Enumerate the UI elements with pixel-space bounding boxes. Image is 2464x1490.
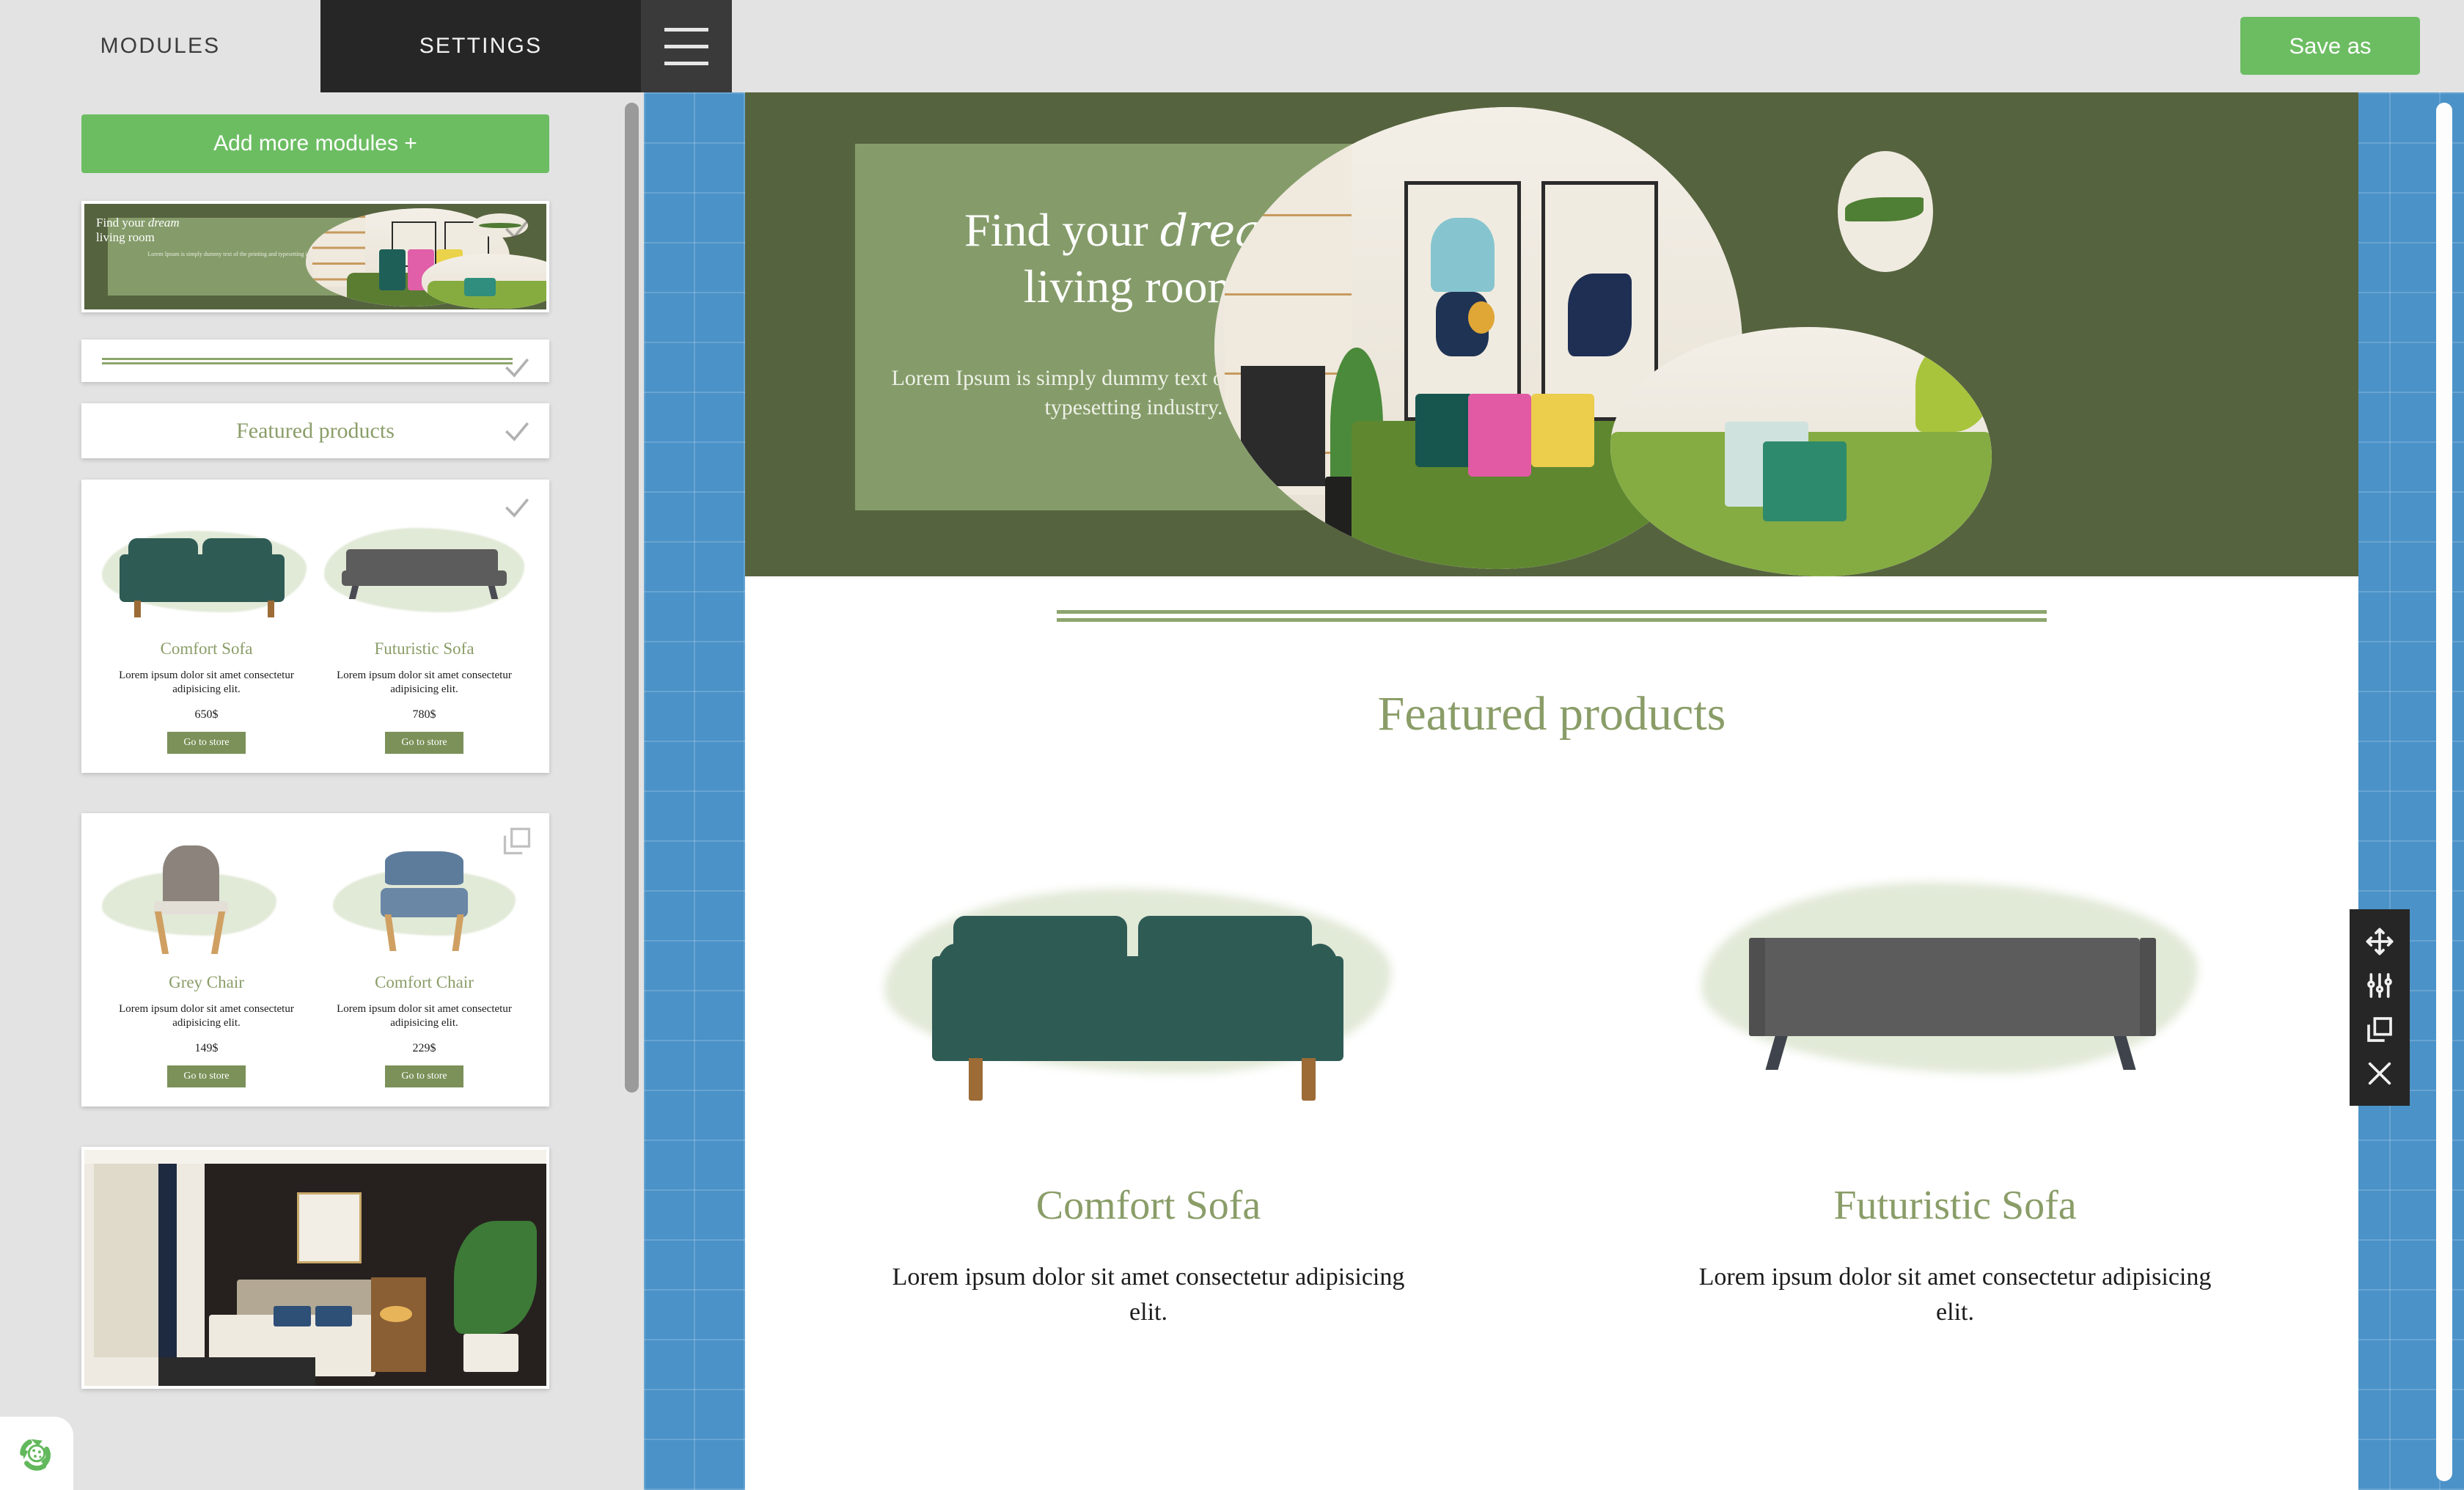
product-price: 149$ xyxy=(194,1042,219,1054)
tab-settings[interactable]: SETTINGS xyxy=(320,0,641,92)
sidebar-module-featured-title[interactable]: Featured products xyxy=(81,403,549,458)
product-name: Futuristic Sofa xyxy=(374,639,474,658)
divider-line xyxy=(1057,618,2047,622)
hero-thumbnail-image: Find your dream living room Lorem Ipsum … xyxy=(84,204,546,309)
product-name: Grey Chair xyxy=(169,973,244,991)
go-to-store-button[interactable]: Go to store xyxy=(385,1065,463,1087)
hamburger-menu-icon[interactable] xyxy=(641,0,732,92)
featured-products-grid: Comfort Sofa Lorem ipsum dolor sit amet … xyxy=(745,833,2358,1330)
sidebar-scrollbar-thumb[interactable] xyxy=(625,103,639,1093)
move-icon[interactable] xyxy=(2361,922,2399,961)
go-to-store-button[interactable]: Go to store xyxy=(167,1065,246,1087)
hamburger-bar xyxy=(664,44,708,48)
product-name: Comfort Sofa xyxy=(160,639,253,658)
hero-image-blob-secondary xyxy=(1610,327,1992,576)
sidebar-module-divider[interactable] xyxy=(81,340,549,382)
product-card[interactable]: Comfort Sofa Lorem ipsum dolor sit amet … xyxy=(745,833,1552,1330)
section-divider[interactable] xyxy=(1057,606,2047,626)
sidebar-product-card[interactable]: Grey Chair Lorem ipsum dolor sit amet co… xyxy=(98,835,315,1093)
product-price: 229$ xyxy=(412,1042,436,1054)
check-icon[interactable] xyxy=(501,213,533,245)
add-more-modules-button[interactable]: Add more modules + xyxy=(81,114,549,173)
product-price: 780$ xyxy=(412,708,436,721)
sidebar-product-card[interactable]: Futuristic Sofa Lorem ipsum dolor sit am… xyxy=(315,502,533,760)
duplicate-icon[interactable] xyxy=(501,825,533,857)
go-to-store-button[interactable]: Go to store xyxy=(385,732,463,754)
element-floating-toolbar xyxy=(2350,909,2410,1106)
product-desc: Lorem ipsum dolor sit amet consectetur a… xyxy=(119,669,294,695)
tab-modules[interactable]: MODULES xyxy=(0,0,320,92)
hero-thumb-heading: Find your dream living room xyxy=(96,216,180,244)
product-desc: Lorem ipsum dolor sit amet consectetur a… xyxy=(1698,1263,2212,1326)
hero-thumb-blob-secondary xyxy=(421,253,546,309)
hero-image-blob-leaf xyxy=(1838,151,1933,272)
duplicate-icon[interactable] xyxy=(2361,1010,2399,1049)
check-icon[interactable] xyxy=(501,351,533,383)
check-icon[interactable] xyxy=(501,491,533,524)
modules-sidebar: Add more modules + Find your dream livin… xyxy=(0,92,644,1490)
bedroom-thumbnail-image xyxy=(84,1150,546,1386)
product-desc: Lorem ipsum dolor sit amet consectetur a… xyxy=(892,1263,1405,1326)
product-name: Comfort Chair xyxy=(375,973,474,991)
close-icon[interactable] xyxy=(2361,1054,2399,1093)
settings-sliders-icon[interactable] xyxy=(2361,966,2399,1005)
comfort-sofa-thumbnail xyxy=(98,502,315,634)
divider-line xyxy=(1057,610,2047,614)
recycle-accessibility-icon[interactable] xyxy=(0,1417,73,1490)
go-to-store-button[interactable]: Go to store xyxy=(167,732,246,754)
top-bar: MODULES SETTINGS Save as xyxy=(0,0,2464,92)
sidebar-product-card[interactable]: Comfort Sofa Lorem ipsum dolor sit amet … xyxy=(98,502,315,760)
comfort-sofa-image xyxy=(884,833,1412,1141)
sidebar-module-hero[interactable]: Find your dream living room Lorem Ipsum … xyxy=(81,201,549,312)
sidebar-module-products-1[interactable]: Comfort Sofa Lorem ipsum dolor sit amet … xyxy=(81,480,549,773)
product-desc: Lorem ipsum dolor sit amet consectetur a… xyxy=(119,1003,294,1029)
page-preview: Find your dream living room Lorem Ipsum … xyxy=(745,92,2358,1490)
featured-products-title[interactable]: Featured products xyxy=(745,686,2358,742)
product-card[interactable]: Futuristic Sofa Lorem ipsum dolor sit am… xyxy=(1552,833,2358,1330)
featured-title-preview: Featured products xyxy=(236,418,395,443)
product-desc: Lorem ipsum dolor sit amet consectetur a… xyxy=(337,669,512,695)
hamburger-bar xyxy=(664,27,708,32)
product-name: Futuristic Sofa xyxy=(1833,1183,2077,1228)
save-as-button[interactable]: Save as xyxy=(2240,17,2420,75)
product-desc: Lorem ipsum dolor sit amet consectetur a… xyxy=(337,1003,512,1029)
check-icon[interactable] xyxy=(501,415,533,447)
sidebar-module-products-2[interactable]: Grey Chair Lorem ipsum dolor sit amet co… xyxy=(81,813,549,1107)
sidebar-product-card[interactable]: Comfort Chair Lorem ipsum dolor sit amet… xyxy=(315,835,533,1093)
divider-preview xyxy=(102,356,513,367)
sidebar-module-bedroom-image[interactable] xyxy=(81,1147,549,1389)
hero-section[interactable]: Find your dream living room Lorem Ipsum … xyxy=(745,92,2358,576)
canvas-scrollbar-thumb[interactable] xyxy=(2436,103,2452,1481)
grey-chair-thumbnail xyxy=(98,835,315,967)
hamburger-bar xyxy=(664,61,708,65)
futuristic-sofa-image xyxy=(1691,833,2219,1141)
product-price: 650$ xyxy=(194,708,219,721)
page-canvas[interactable]: Find your dream living room Lorem Ipsum … xyxy=(644,92,2464,1490)
product-name: Comfort Sofa xyxy=(1035,1183,1261,1228)
